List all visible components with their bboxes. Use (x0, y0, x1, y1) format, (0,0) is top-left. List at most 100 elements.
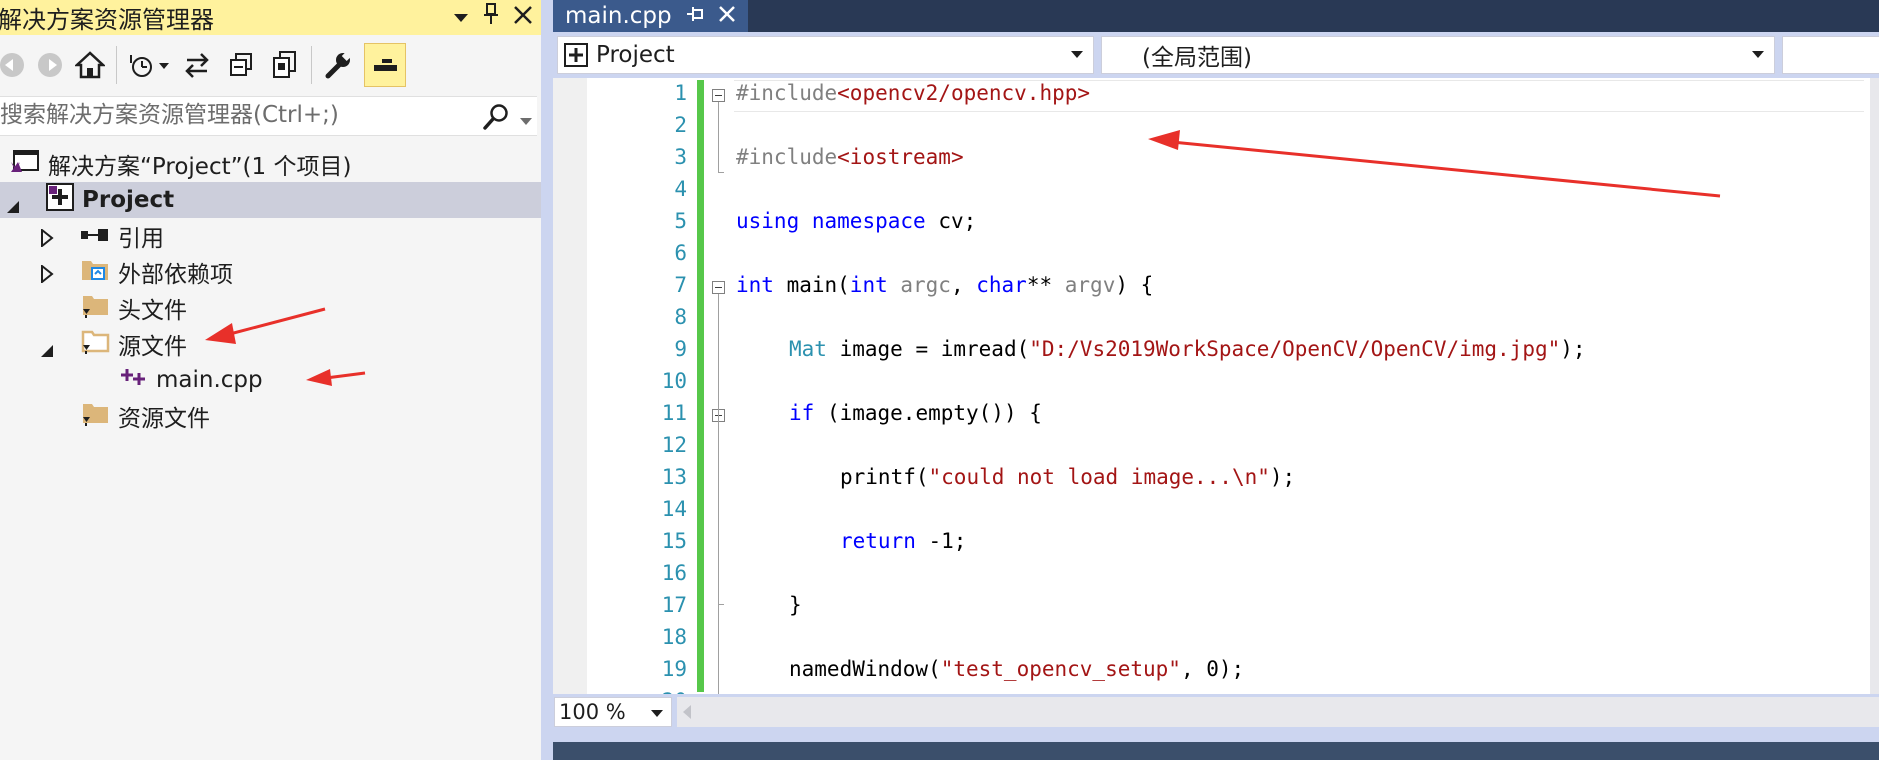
copy-icon[interactable] (267, 47, 303, 83)
line-number: 18 (661, 625, 687, 649)
horizontal-scrollbar[interactable] (677, 697, 1879, 727)
search-options-dropdown-icon[interactable] (520, 111, 532, 130)
tree-item-label: 引用 (118, 226, 164, 252)
tree-item-solution[interactable]: 解决方案“Project”(1 个项目) (0, 146, 541, 182)
scope-dropdown-value: (全局范围) (1142, 45, 1252, 71)
code-editor-panel: main.cpp Project (全局范围) 1 2 3 4 5 6 7 8 … (553, 0, 1879, 760)
code-line-13: printf("could not load image...\n"); (840, 465, 1296, 489)
close-icon[interactable] (718, 4, 736, 28)
close-icon[interactable] (513, 2, 533, 32)
project-icon (564, 43, 588, 67)
zoom-value: 100 % (559, 700, 626, 724)
change-tracking-bar (697, 80, 704, 692)
dropdown-icon (651, 710, 663, 717)
folder-icon (80, 399, 110, 433)
line-number: 3 (674, 145, 687, 169)
line-number: 15 (661, 529, 687, 553)
tree-item-resource-files[interactable]: 资源文件 (0, 398, 541, 434)
outline-guide (718, 172, 724, 173)
solution-explorer-title: 解决方案资源管理器 (0, 6, 214, 34)
collapse-icon[interactable] (223, 47, 259, 83)
code-line-11: if (image.empty()) { (789, 401, 1042, 425)
tab-label: main.cpp (565, 3, 672, 29)
line-number: 6 (674, 241, 687, 265)
tree-item-header-files[interactable]: 头文件 (0, 290, 541, 326)
expand-arrow-icon[interactable] (40, 263, 54, 289)
solution-explorer-toolbar (0, 40, 541, 90)
tree-item-label: 资源文件 (118, 406, 210, 432)
solution-explorer-panel: 解决方案资源管理器 搜索解决方案资源管理器(Ctrl+;) 解决方案“Proje… (0, 0, 541, 760)
preview-icon[interactable] (364, 43, 406, 87)
code-line-17: } (789, 593, 802, 617)
collapse-arrow-icon[interactable] (40, 338, 54, 364)
dropdown-icon (1752, 51, 1764, 58)
outline-collapse-icon[interactable] (712, 89, 725, 102)
pin-icon[interactable] (686, 4, 704, 28)
tree-item-references[interactable]: 引用 (0, 218, 541, 254)
toolbar-separator (311, 46, 312, 84)
cpp-file-icon (120, 367, 148, 393)
line-number: 4 (674, 177, 687, 201)
collapse-arrow-icon[interactable] (6, 194, 20, 220)
line-number: 8 (674, 305, 687, 329)
back-icon[interactable] (0, 47, 30, 83)
outline-guide (718, 294, 719, 694)
solution-explorer-search-box (0, 96, 537, 136)
editor-bottom-bar: 100 % (553, 694, 1879, 730)
solution-icon (10, 148, 40, 180)
code-view[interactable]: 1 2 3 4 5 6 7 8 9 10 11 12 13 14 15 16 1… (553, 78, 1879, 694)
line-number: 7 (674, 273, 687, 297)
properties-icon[interactable] (320, 47, 356, 83)
line-number: 1 (674, 81, 687, 105)
line-number: 13 (661, 465, 687, 489)
search-icon[interactable] (482, 103, 510, 135)
project-dropdown[interactable]: Project (557, 36, 1094, 74)
tree-item-label: 源文件 (118, 334, 187, 360)
home-icon[interactable] (72, 47, 108, 83)
code-line-7: int main(int argc, char** argv) { (736, 273, 1154, 297)
code-line-19: namedWindow("test_opencv_setup", 0); (789, 657, 1245, 681)
line-number: 16 (661, 561, 687, 585)
tree-item-source-files[interactable]: 源文件 (0, 326, 541, 362)
bottom-panel-header (553, 742, 1879, 760)
toolbar-separator (116, 46, 117, 84)
forward-icon[interactable] (32, 47, 68, 83)
outline-guide (718, 102, 719, 172)
folder-icon (80, 291, 110, 325)
selection-margin (553, 78, 587, 694)
project-icon (46, 183, 74, 217)
tab-main-cpp[interactable]: main.cpp (553, 0, 748, 32)
folder-icon (80, 327, 110, 361)
code-line-9: Mat image = imread("D:/Vs2019WorkSpace/O… (789, 337, 1586, 361)
expand-arrow-icon[interactable] (40, 227, 54, 253)
scroll-left-icon[interactable] (683, 705, 691, 719)
dropdown-icon[interactable] (453, 2, 469, 32)
vertical-scrollbar[interactable] (1870, 78, 1879, 694)
line-number: 14 (661, 497, 687, 521)
line-number: 2 (674, 113, 687, 137)
line-number: 19 (661, 657, 687, 681)
search-input[interactable] (0, 99, 470, 131)
zoom-dropdown[interactable]: 100 % (554, 697, 672, 727)
sync-icon[interactable] (179, 47, 215, 83)
line-number: 9 (674, 337, 687, 361)
navigation-bar: Project (全局范围) (553, 32, 1879, 74)
code-line-15: return -1; (840, 529, 967, 553)
scope-dropdown[interactable]: (全局范围) (1101, 36, 1775, 74)
tree-item-label: 解决方案“Project”(1 个项目) (48, 154, 352, 180)
solution-explorer-title-bar: 解决方案资源管理器 (0, 0, 541, 35)
line-number: 12 (661, 433, 687, 457)
member-dropdown[interactable] (1782, 36, 1879, 74)
panel-splitter[interactable] (541, 0, 553, 760)
code-line-5: using namespace cv; (736, 209, 977, 233)
tree-item-label: 头文件 (118, 298, 187, 324)
outline-collapse-icon[interactable] (712, 281, 725, 294)
tree-item-project[interactable]: Project (0, 182, 541, 218)
tree-item-label: Project (82, 187, 175, 213)
history-icon[interactable] (125, 47, 171, 83)
project-dropdown-value: Project (596, 42, 675, 68)
tree-item-external-dependencies[interactable]: 外部依赖项 (0, 254, 541, 290)
line-number: 11 (661, 401, 687, 425)
tree-item-main-cpp[interactable]: main.cpp (0, 362, 541, 398)
pin-icon[interactable] (483, 2, 499, 32)
